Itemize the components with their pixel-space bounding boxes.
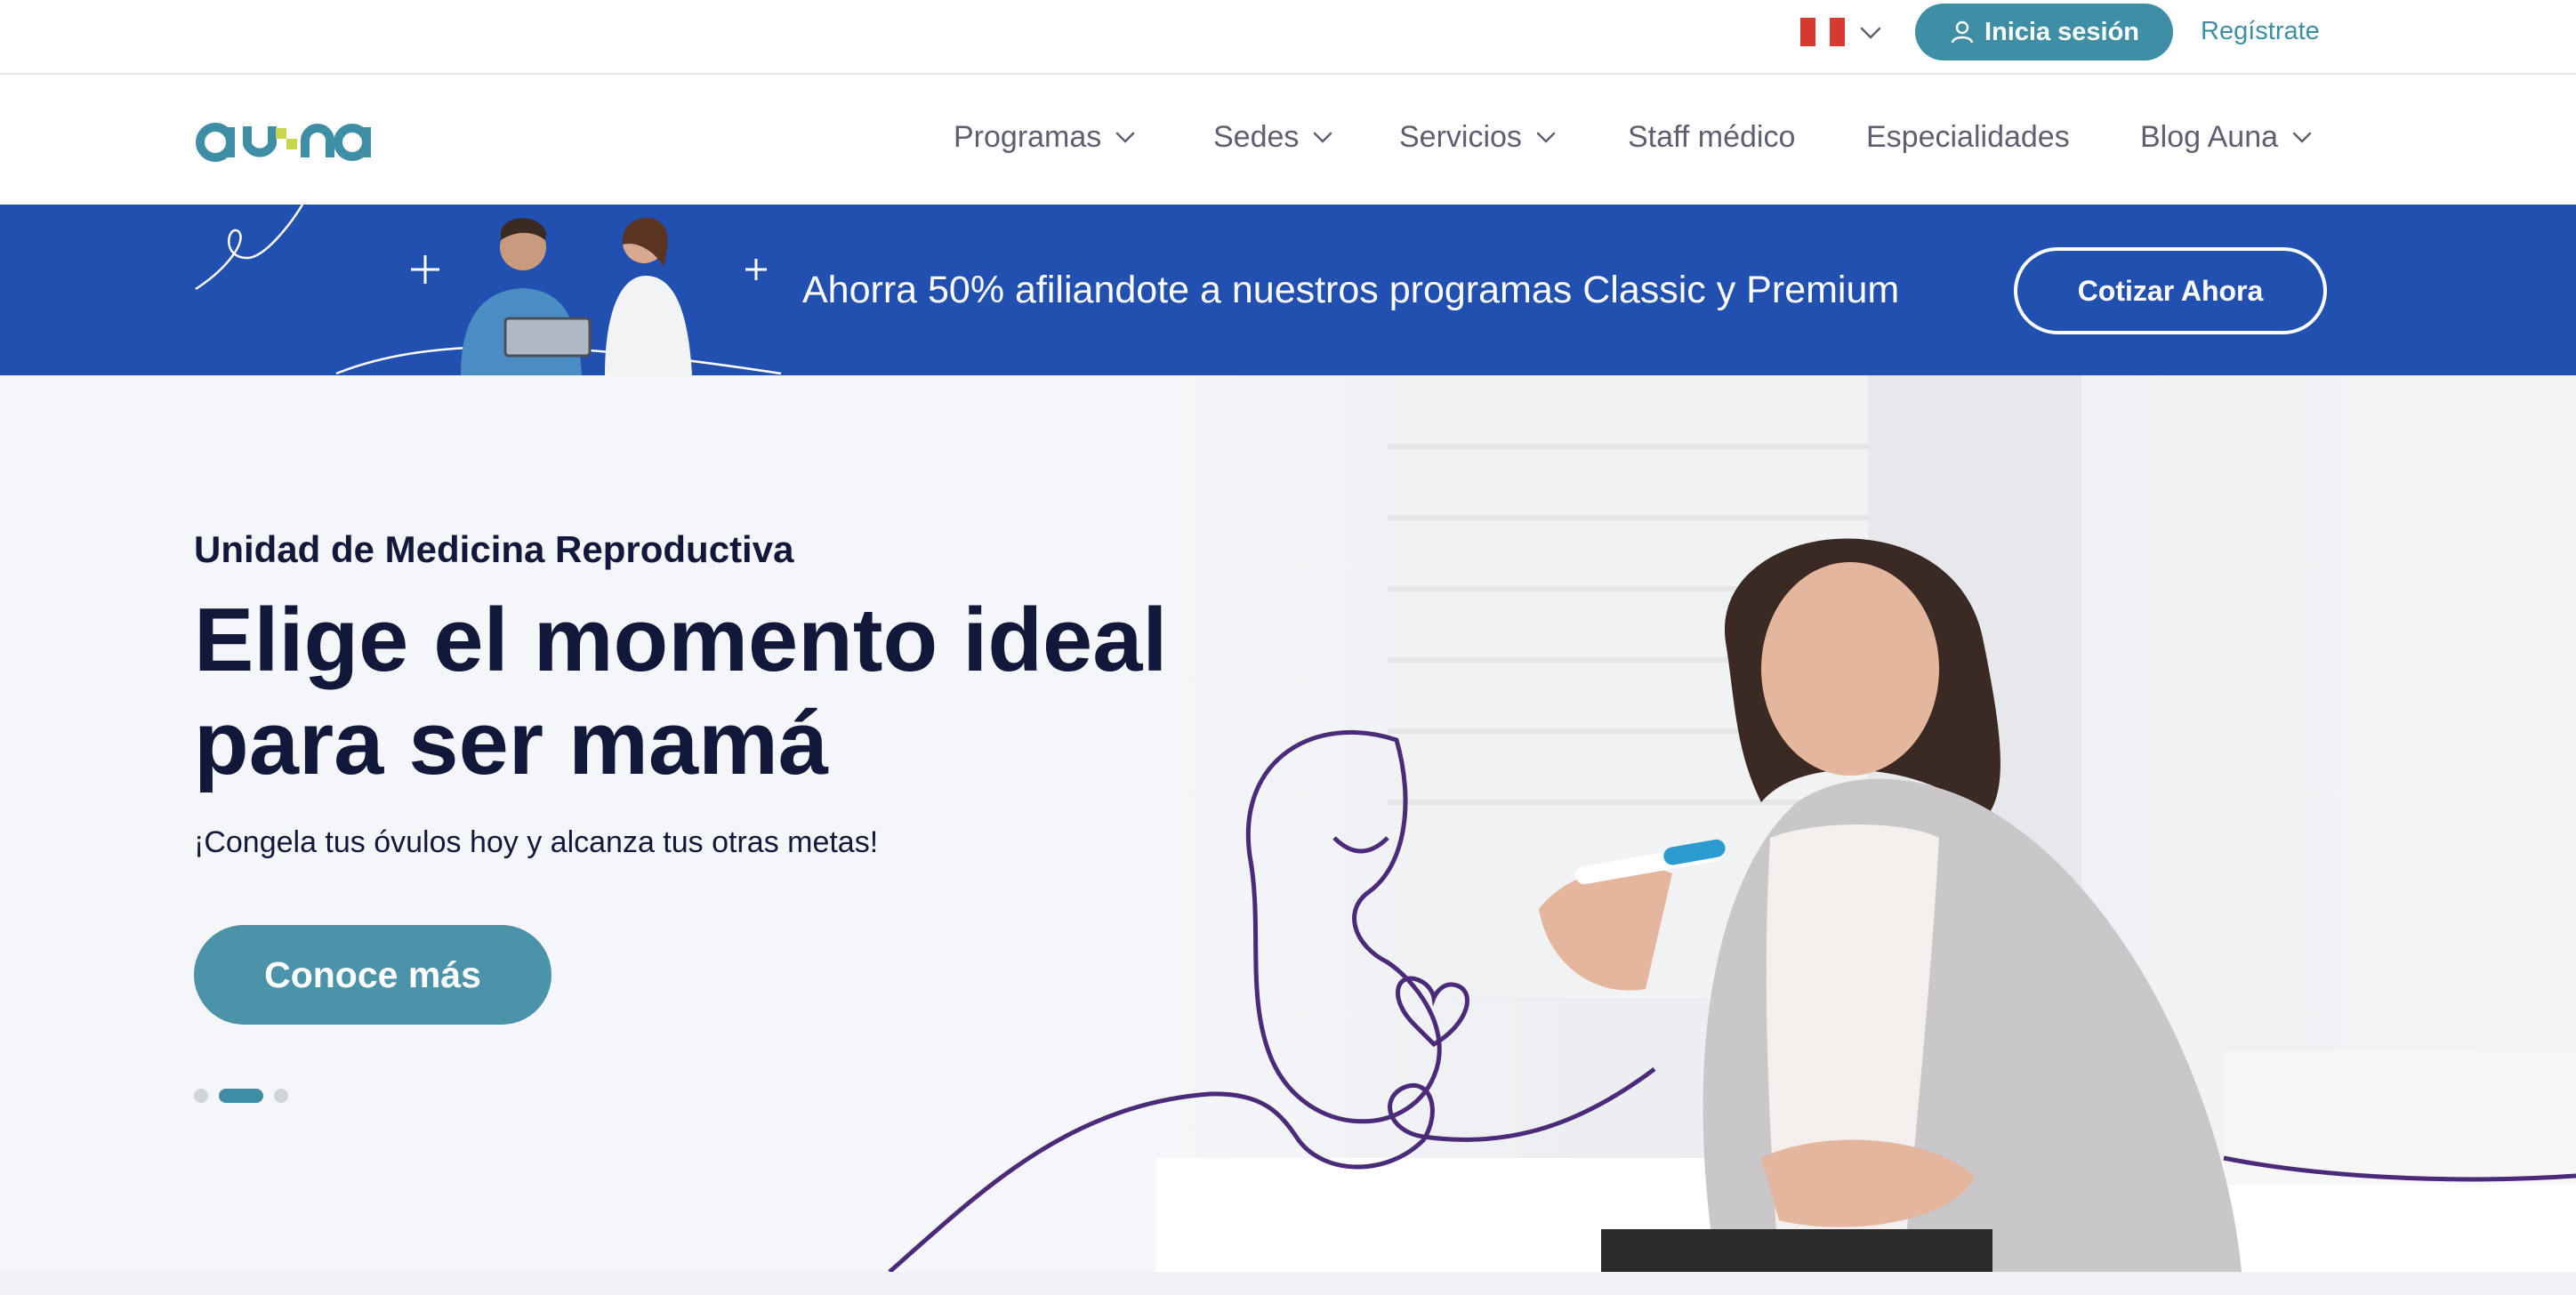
nav-label: Programas xyxy=(954,119,1102,154)
hero-subline: ¡Congela tus óvulos hoy y alcanza tus ot… xyxy=(194,825,879,859)
hero-photo-woman-pregnancy-test xyxy=(0,375,2576,1272)
chevron-down-icon xyxy=(1536,132,1556,143)
promo-text: Ahorra 50% afiliandote a nuestros progra… xyxy=(802,269,1900,311)
carousel-dot-2-active[interactable] xyxy=(219,1089,263,1103)
nav-label: Staff médico xyxy=(1628,119,1796,154)
hero-headline-line2: para ser mamá xyxy=(194,694,829,793)
nav-servicios[interactable]: Servicios xyxy=(1399,117,1559,157)
carousel-dots xyxy=(194,1089,288,1103)
register-link[interactable]: Regístrate xyxy=(2201,13,2320,49)
login-label: Inicia sesión xyxy=(1984,17,2140,46)
carousel-dot-3[interactable] xyxy=(274,1089,288,1103)
quote-now-button[interactable]: Cotizar Ahora xyxy=(2014,247,2327,334)
nav-label: Blog Auna xyxy=(2140,119,2279,154)
hero-section: Unidad de Medicina Reproductiva Elige el… xyxy=(0,375,2576,1272)
chevron-down-icon xyxy=(1116,132,1135,143)
main-navbar: Programas Sedes Servicios Staff médico E… xyxy=(0,75,2576,205)
peru-flag-icon[interactable] xyxy=(1800,18,1846,46)
carousel-dot-1[interactable] xyxy=(194,1089,208,1103)
auna-logo[interactable] xyxy=(194,112,372,165)
nav-blog-auna[interactable]: Blog Auna xyxy=(2140,117,2315,157)
hero-eyebrow: Unidad de Medicina Reproductiva xyxy=(194,528,794,570)
nav-programas[interactable]: Programas xyxy=(954,117,1139,157)
nav-sedes[interactable]: Sedes xyxy=(1213,117,1336,157)
hero-headline-line1: Elige el momento ideal xyxy=(194,591,1168,690)
nav-label: Servicios xyxy=(1399,119,1522,154)
top-utility-bar: Inicia sesión Regístrate xyxy=(0,0,2576,75)
nav-staff-medico[interactable]: Staff médico xyxy=(1628,117,1795,157)
chevron-down-icon[interactable] xyxy=(1857,20,1884,46)
promo-illustration xyxy=(195,205,782,375)
nav-especialidades[interactable]: Especialidades xyxy=(1866,117,2070,157)
promo-banner: Ahorra 50% afiliandote a nuestros progra… xyxy=(0,205,2576,375)
nav-label: Especialidades xyxy=(1866,119,2070,154)
hero-headline: Elige el momento ideal para ser mamá xyxy=(194,589,1261,795)
user-icon xyxy=(1951,20,1974,44)
chevron-down-icon xyxy=(2292,132,2312,143)
chevron-down-icon xyxy=(1314,132,1332,143)
nav-label: Sedes xyxy=(1213,119,1300,154)
login-button[interactable]: Inicia sesión xyxy=(1915,4,2173,60)
learn-more-button[interactable]: Conoce más xyxy=(194,925,551,1025)
next-section-edge xyxy=(0,1272,2576,1295)
